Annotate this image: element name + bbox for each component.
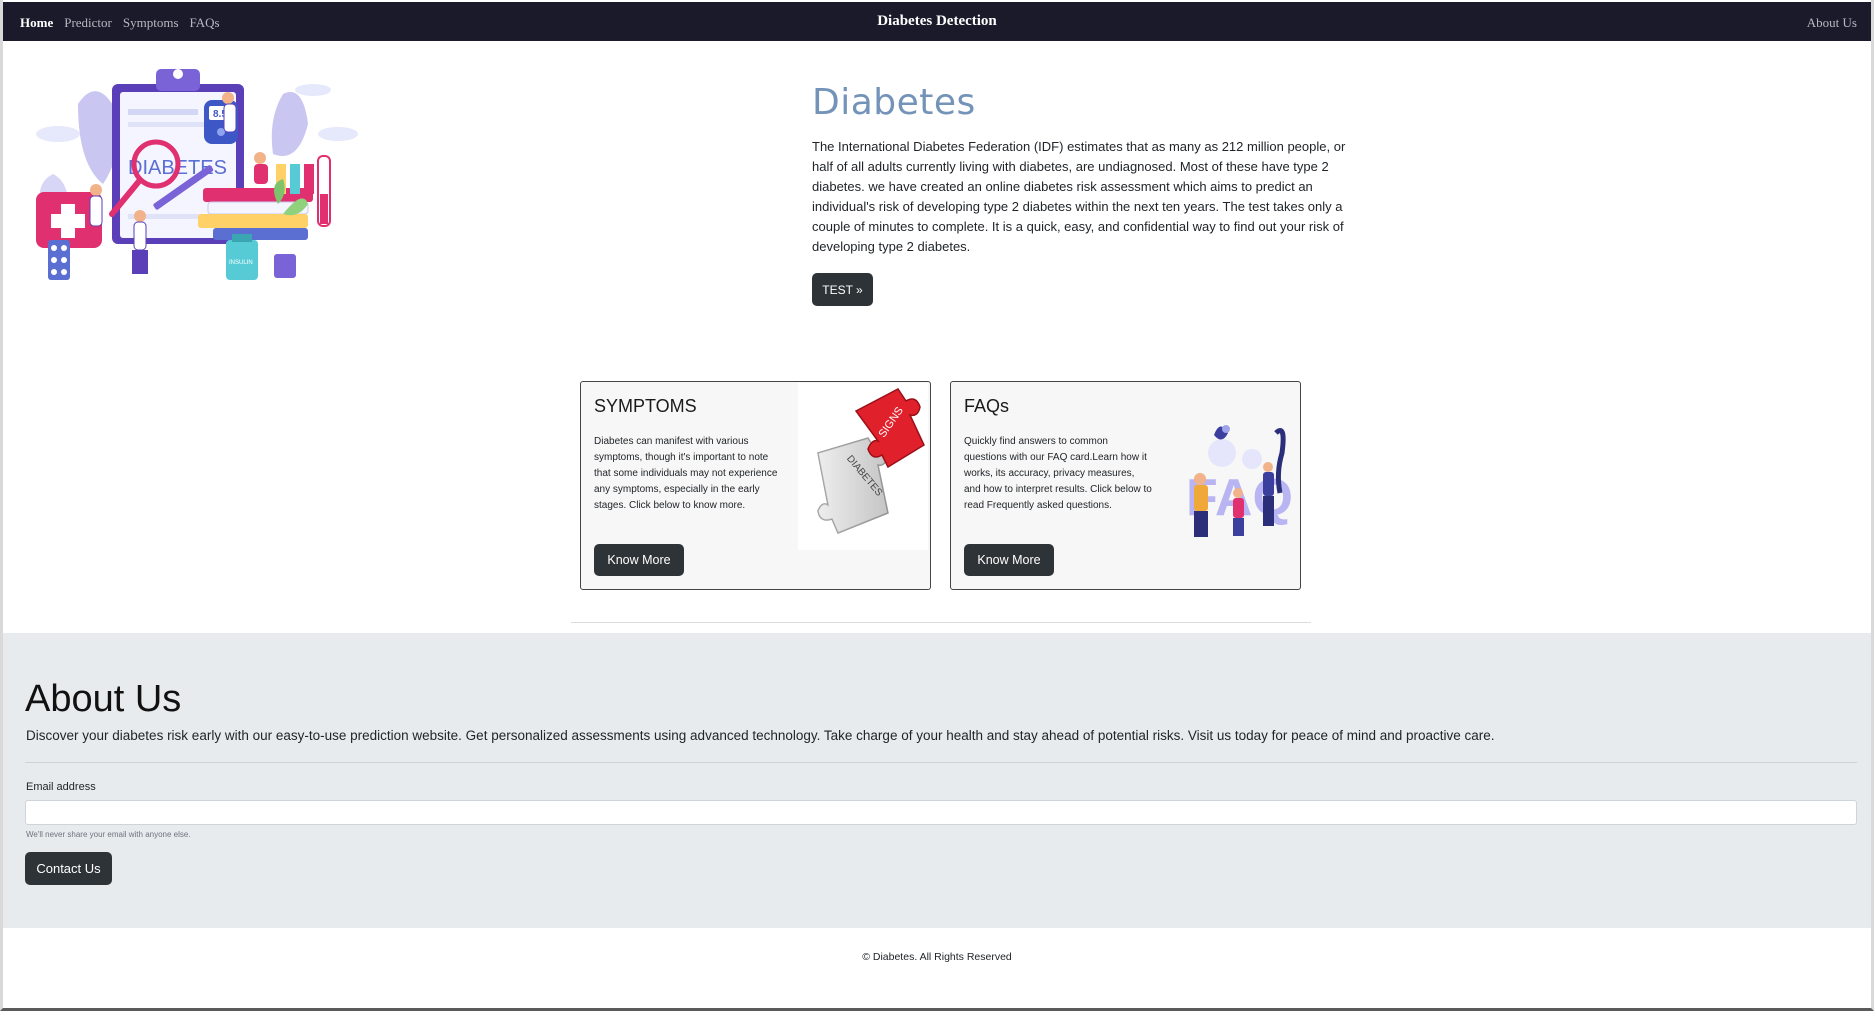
test-button[interactable]: TEST »: [812, 273, 873, 306]
faqs-card: FAQs Quickly find answers to common ques…: [950, 381, 1301, 590]
puzzle-signs-image: SIGNS DIABETES: [798, 383, 928, 550]
hero-section: Diabetes The International Diabetes Fede…: [812, 82, 1350, 257]
faq-illustration-image: FAQ: [1168, 383, 1298, 550]
symptoms-card-text: Diabetes can manifest with various sympt…: [594, 436, 778, 511]
faqs-know-more-button[interactable]: Know More: [964, 544, 1054, 576]
hero-description: The International Diabetes Federation (I…: [812, 139, 1346, 254]
email-help-text: We'll never share your email with anyone…: [26, 830, 191, 839]
email-label: Email address: [26, 781, 96, 793]
faqs-card-title: FAQs: [964, 396, 1010, 416]
navbar: Home Predictor Symptoms FAQs Diabetes De…: [3, 2, 1871, 41]
symptoms-card: SYMPTOMS Diabetes can manifest with vari…: [580, 381, 931, 590]
about-divider: [25, 762, 1857, 763]
hero-title: Diabetes: [812, 82, 976, 123]
nav-about-link[interactable]: About Us: [1807, 15, 1857, 31]
navbar-brand[interactable]: Diabetes Detection: [3, 13, 1871, 30]
symptoms-know-more-button[interactable]: Know More: [594, 544, 684, 576]
faqs-card-text: Quickly find answers to common questions…: [964, 436, 1152, 511]
section-divider: [571, 622, 1311, 623]
footer-copyright: © Diabetes. All Rights Reserved: [862, 951, 1012, 963]
email-input[interactable]: [25, 800, 1857, 825]
insulin-label-text: INSULIN: [229, 260, 253, 266]
contact-us-button[interactable]: Contact Us: [25, 852, 112, 885]
diabetes-illustration: DIABETES 8.5 INSULIN: [36, 69, 358, 280]
about-section: About Us Discover your diabetes risk ear…: [3, 633, 1871, 928]
about-title: About Us: [25, 678, 182, 720]
about-description: Discover your diabetes risk early with o…: [26, 728, 1495, 743]
symptoms-card-title: SYMPTOMS: [594, 396, 697, 416]
